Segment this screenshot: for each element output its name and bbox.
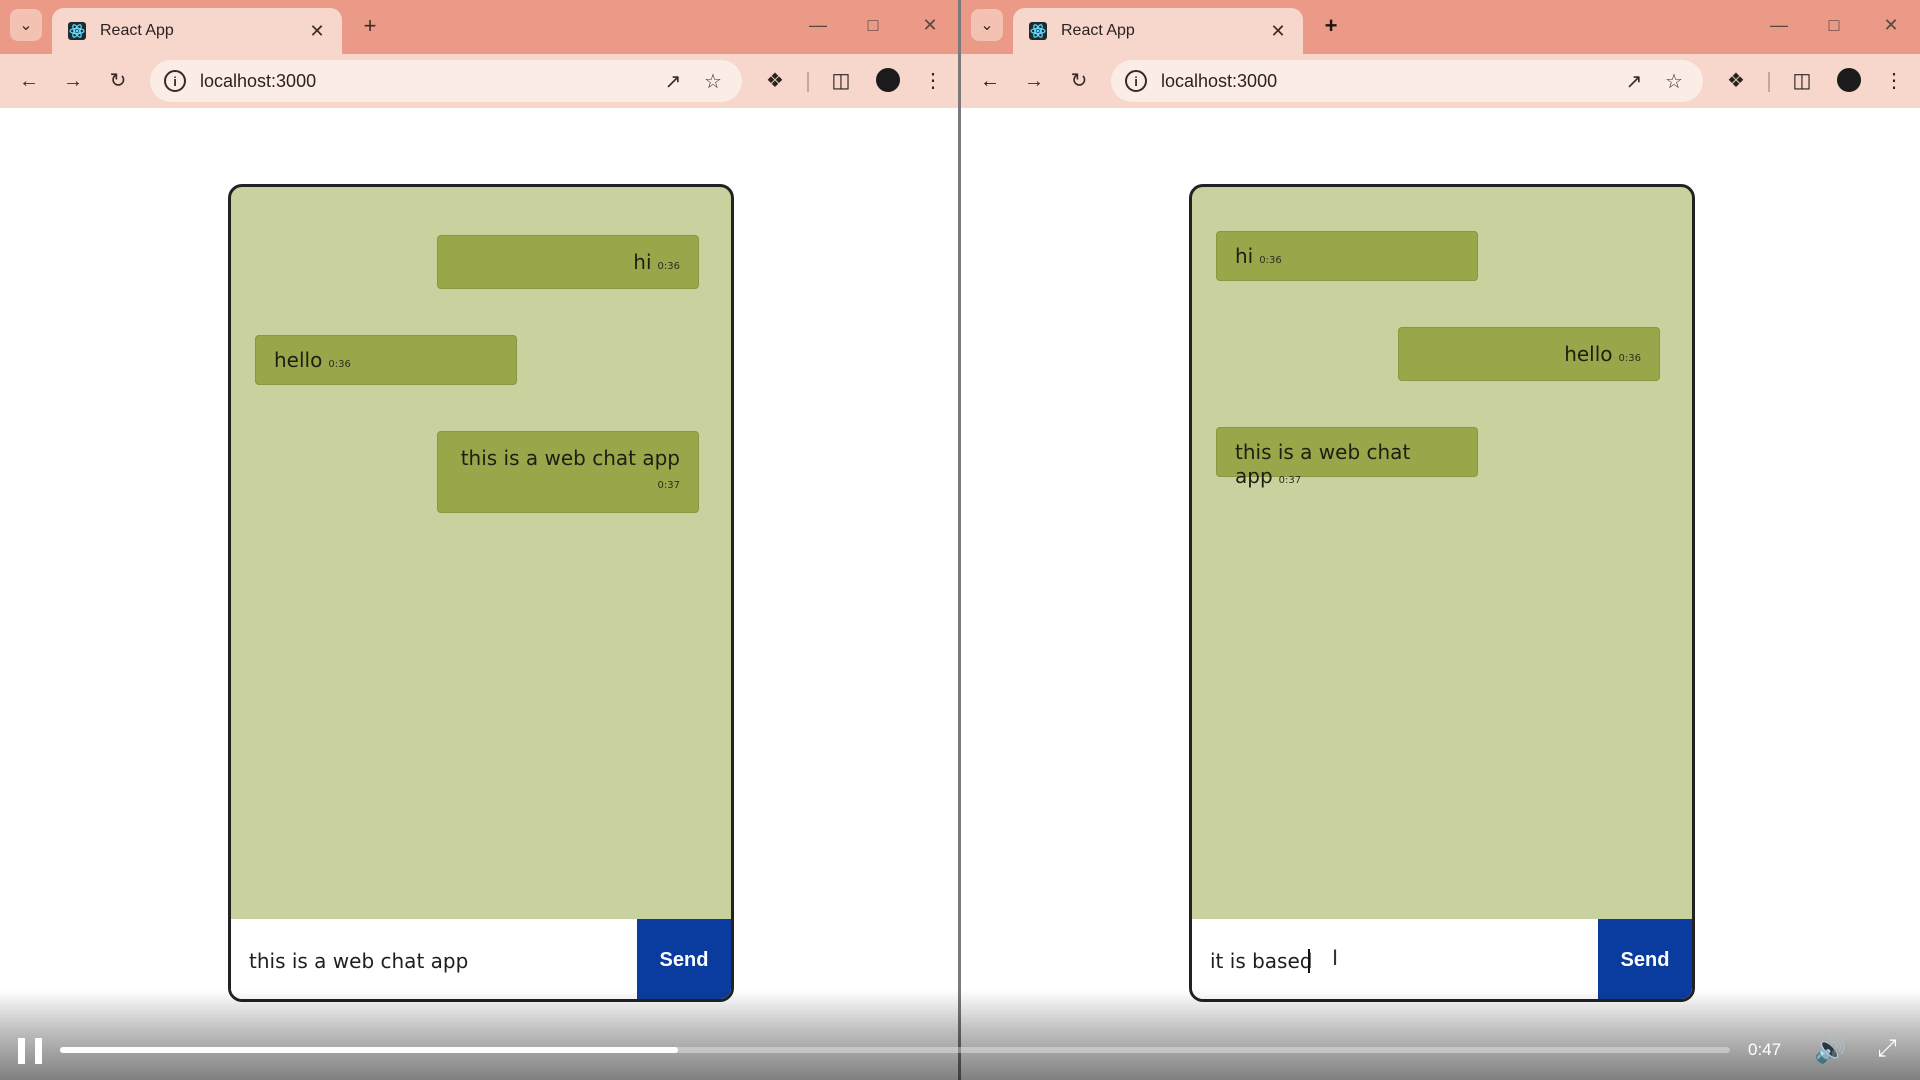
- toolbar-divider: [1768, 72, 1770, 92]
- star-icon[interactable]: ☆: [1659, 69, 1689, 94]
- progress-bar[interactable]: [60, 1047, 1730, 1053]
- kebab-menu-icon[interactable]: ⋮: [1879, 66, 1909, 96]
- url-text[interactable]: localhost:3000: [1161, 71, 1609, 92]
- chat-card: hi 0:36 hello 0:36 this is a web chat app 0…: [228, 184, 734, 1002]
- address-bar[interactable]: i localhost:3000 ↗ ☆: [1111, 60, 1703, 102]
- close-icon[interactable]: ✕: [1267, 21, 1289, 42]
- info-icon[interactable]: i: [164, 70, 186, 92]
- browser-window-right: ⌄ React App ✕ + — □ ✕ ← → ↻ i localhost:…: [961, 0, 1920, 1080]
- tab-react-app[interactable]: React App ✕: [52, 8, 342, 54]
- tab-react-app[interactable]: React App ✕: [1013, 8, 1303, 54]
- text-caret: [1308, 949, 1310, 973]
- open-external-icon[interactable]: ↗: [658, 69, 688, 94]
- side-panel-icon[interactable]: ◫: [826, 66, 856, 96]
- close-icon[interactable]: ✕: [306, 21, 328, 42]
- message-text: this is a web chat app: [1235, 440, 1411, 488]
- window-close-icon[interactable]: ✕: [1871, 10, 1911, 40]
- minimize-icon[interactable]: —: [798, 10, 838, 40]
- exit-fullscreen-icon[interactable]: ⤢: [1872, 1034, 1902, 1064]
- progress-fill: [60, 1047, 678, 1053]
- message-bubble: hello 0:36: [1398, 327, 1660, 381]
- info-icon[interactable]: i: [1125, 70, 1147, 92]
- chat-card: hi 0:36 hello 0:36 this is a web chat app 0…: [1189, 184, 1695, 1002]
- message-time: 0:37: [657, 480, 680, 491]
- puzzle-icon[interactable]: ❖: [1721, 66, 1751, 96]
- message-bubble: this is a web chat app 0:37: [437, 431, 699, 513]
- puzzle-icon[interactable]: ❖: [760, 66, 790, 96]
- tab-title: React App: [1061, 22, 1135, 39]
- message-text: this is a web chat app: [460, 446, 680, 470]
- pause-icon[interactable]: [18, 1038, 42, 1064]
- message-text: hi: [1235, 244, 1254, 268]
- message-bubble: hi 0:36: [437, 235, 699, 289]
- react-icon: [66, 20, 88, 42]
- time-readout: 0:47: [1748, 1040, 1782, 1059]
- browser-window-left: ⌄ React App ✕ + — □ ✕ ← → ↻ i localhost:…: [0, 0, 959, 1080]
- avatar[interactable]: [874, 66, 902, 94]
- plus-icon[interactable]: +: [1317, 12, 1345, 40]
- message-time: 0:36: [328, 359, 351, 370]
- plus-icon[interactable]: +: [356, 12, 384, 40]
- address-bar[interactable]: i localhost:3000 ↗ ☆: [150, 60, 742, 102]
- tab-strip: ⌄ React App ✕ + — □ ✕: [0, 0, 959, 54]
- chevron-down-icon[interactable]: ⌄: [10, 9, 42, 41]
- url-text[interactable]: localhost:3000: [200, 71, 648, 92]
- message-list: hi 0:36 hello 0:36 this is a web chat app 0…: [231, 187, 731, 919]
- maximize-icon[interactable]: □: [1814, 10, 1854, 40]
- tab-strip: ⌄ React App ✕ + — □ ✕: [961, 0, 1920, 54]
- side-panel-icon[interactable]: ◫: [1787, 66, 1817, 96]
- video-player-controls: 0:47 🔊 ⤢: [0, 990, 1920, 1080]
- message-text: hi: [633, 250, 652, 274]
- message-bubble: this is a web chat app 0:37: [1216, 427, 1478, 488]
- screen: ⌄ React App ✕ + — □ ✕ ← → ↻ i localhost:…: [0, 0, 1920, 1080]
- minimize-icon[interactable]: —: [1759, 10, 1799, 40]
- forward-arrow-icon[interactable]: →: [1019, 66, 1049, 96]
- message-bubble: hi 0:36: [1216, 231, 1478, 281]
- kebab-menu-icon[interactable]: ⋮: [918, 66, 948, 96]
- back-arrow-icon[interactable]: ←: [14, 66, 44, 96]
- maximize-icon[interactable]: □: [853, 10, 893, 40]
- star-icon[interactable]: ☆: [698, 69, 728, 94]
- message-list: hi 0:36 hello 0:36 this is a web chat app 0…: [1192, 187, 1692, 919]
- chevron-down-icon[interactable]: ⌄: [971, 9, 1003, 41]
- message-bubble: hello 0:36: [255, 335, 517, 385]
- react-icon: [1027, 20, 1049, 42]
- back-arrow-icon[interactable]: ←: [975, 66, 1005, 96]
- tab-title: React App: [100, 22, 174, 39]
- reload-icon[interactable]: ↻: [1064, 66, 1094, 96]
- avatar[interactable]: [1835, 66, 1863, 94]
- address-toolbar: ← → ↻ i localhost:3000 ↗ ☆ ❖ ◫ ⋮: [961, 54, 1920, 108]
- address-toolbar: ← → ↻ i localhost:3000 ↗ ☆ ❖ ◫ ⋮: [0, 54, 959, 108]
- message-time: 0:37: [1278, 475, 1302, 486]
- message-time: 0:36: [657, 261, 680, 272]
- reload-icon[interactable]: ↻: [103, 66, 133, 96]
- toolbar-divider: [807, 72, 809, 92]
- window-close-icon[interactable]: ✕: [910, 10, 950, 40]
- volume-icon[interactable]: 🔊: [1814, 1034, 1846, 1064]
- message-text: hello: [274, 348, 323, 372]
- message-time: 0:36: [1618, 353, 1641, 364]
- ibeam-cursor-icon: I: [1332, 945, 1339, 970]
- forward-arrow-icon[interactable]: →: [58, 66, 88, 96]
- message-text: hello: [1564, 342, 1613, 366]
- message-time: 0:36: [1259, 255, 1282, 266]
- open-external-icon[interactable]: ↗: [1619, 69, 1649, 94]
